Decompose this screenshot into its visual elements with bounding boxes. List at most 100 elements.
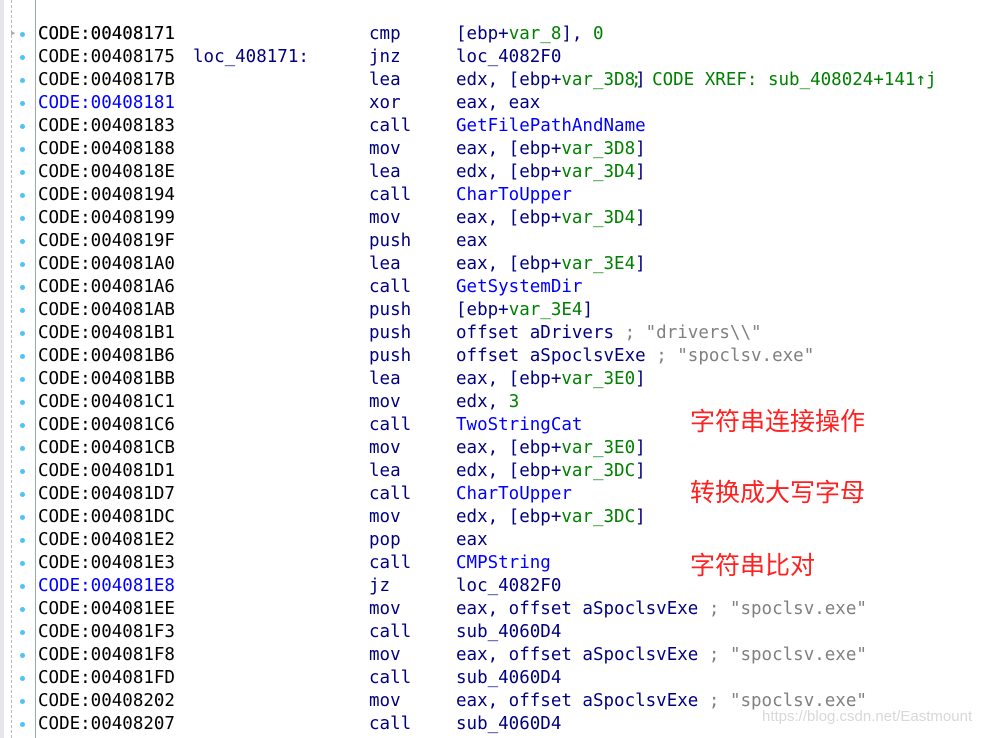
- variable[interactable]: var_8: [509, 24, 562, 44]
- operand-text: ]: [635, 461, 646, 481]
- address: CODE:00408188: [38, 139, 175, 159]
- operands[interactable]: edx, [ebp+var_3DC]: [456, 506, 646, 529]
- label-name[interactable]: loc_408171:: [193, 46, 309, 69]
- function-name[interactable]: TwoStringCat: [456, 415, 582, 435]
- operands[interactable]: edx, 3: [456, 391, 519, 414]
- operands[interactable]: edx, [ebp+var_3D8]: [456, 69, 646, 92]
- breakpoint-dot-icon[interactable]: [20, 124, 25, 129]
- breakpoint-dot-icon[interactable]: [20, 32, 25, 37]
- breakpoint-dot-icon[interactable]: [20, 469, 25, 474]
- annotation-compare: 字符串比对: [690, 551, 816, 580]
- operand-text: edx, [ebp+: [456, 461, 562, 481]
- operands[interactable]: eax, [ebp+var_3E4]: [456, 253, 646, 276]
- breakpoint-dot-icon[interactable]: [20, 78, 25, 83]
- mnemonic: call: [369, 185, 412, 205]
- operands[interactable]: GetSystemDir: [456, 276, 582, 299]
- breakpoint-dot-icon[interactable]: [20, 699, 25, 704]
- variable[interactable]: var_3E4: [561, 254, 635, 274]
- breakpoint-dot-icon[interactable]: [20, 446, 25, 451]
- operands[interactable]: GetFilePathAndName: [456, 115, 646, 138]
- operands[interactable]: CharToUpper: [456, 184, 572, 207]
- variable[interactable]: var_3E4: [509, 300, 583, 320]
- operands[interactable]: offset aSpoclsvExe ; "spoclsv.exe": [456, 345, 814, 368]
- address: CODE:00408171: [38, 24, 175, 44]
- operand-text: ]: [635, 162, 646, 182]
- address: CODE:004081A0: [38, 254, 175, 274]
- breakpoint-dot-icon[interactable]: [20, 331, 25, 336]
- breakpoint-dot-icon[interactable]: [20, 285, 25, 290]
- function-name[interactable]: CharToUpper: [456, 484, 572, 504]
- operands[interactable]: eax, [ebp+var_3E0]: [456, 437, 646, 460]
- breakpoint-dot-icon[interactable]: [20, 584, 25, 589]
- breakpoint-dot-icon[interactable]: [20, 193, 25, 198]
- variable[interactable]: var_3DC: [561, 507, 635, 527]
- variable[interactable]: var_3D4: [561, 208, 635, 228]
- breakpoint-dot-icon[interactable]: [20, 538, 25, 543]
- mnemonic: call: [369, 484, 412, 504]
- address: CODE:00408199: [38, 208, 175, 228]
- breakpoint-dot-icon[interactable]: [20, 676, 25, 681]
- breakpoint-dot-icon[interactable]: [20, 216, 25, 221]
- operands[interactable]: edx, [ebp+var_3DC]: [456, 460, 646, 483]
- operands[interactable]: TwoStringCat: [456, 414, 582, 437]
- breakpoint-dot-icon[interactable]: [20, 170, 25, 175]
- variable[interactable]: var_3D4: [561, 162, 635, 182]
- breakpoint-dot-icon[interactable]: [20, 400, 25, 405]
- function-name[interactable]: GetSystemDir: [456, 277, 582, 297]
- function-name[interactable]: GetFilePathAndName: [456, 116, 646, 136]
- function-name[interactable]: CharToUpper: [456, 185, 572, 205]
- breakpoint-dot-icon[interactable]: [20, 515, 25, 520]
- operands[interactable]: sub_4060D4: [456, 667, 561, 690]
- operands[interactable]: eax, eax: [456, 92, 540, 115]
- address: CODE:00408175: [38, 47, 175, 67]
- operands[interactable]: eax, [ebp+var_3D8]: [456, 138, 646, 161]
- operands[interactable]: eax, [ebp+var_3E0]: [456, 368, 646, 391]
- variable[interactable]: var_3D8: [561, 70, 635, 90]
- operands[interactable]: sub_4060D4: [456, 621, 561, 644]
- operands[interactable]: CMPString: [456, 552, 551, 575]
- breakpoint-dot-icon[interactable]: [20, 55, 25, 60]
- breakpoint-dot-icon[interactable]: [20, 262, 25, 267]
- operands[interactable]: loc_4082F0: [456, 46, 561, 69]
- operand-text: [ebp+: [456, 24, 509, 44]
- breakpoint-dot-icon[interactable]: [20, 308, 25, 313]
- operands[interactable]: [ebp+var_8], 0: [456, 23, 604, 46]
- breakpoint-dot-icon[interactable]: [20, 239, 25, 244]
- breakpoint-dot-icon[interactable]: [20, 101, 25, 106]
- breakpoint-dot-icon[interactable]: [20, 492, 25, 497]
- breakpoint-dot-icon[interactable]: [20, 722, 25, 727]
- breakpoint-dot-icon[interactable]: [20, 630, 25, 635]
- breakpoint-dot-icon[interactable]: [20, 354, 25, 359]
- mnemonic: mov: [369, 438, 401, 458]
- operands[interactable]: eax, offset aSpoclsvExe ; "spoclsv.exe": [456, 598, 867, 621]
- operands[interactable]: eax: [456, 230, 488, 253]
- variable[interactable]: var_3D8: [561, 139, 635, 159]
- operands[interactable]: offset aDrivers ; "drivers\\": [456, 322, 762, 345]
- breakpoint-dot-icon[interactable]: [20, 377, 25, 382]
- operands[interactable]: [ebp+var_3E4]: [456, 299, 593, 322]
- breakpoint-dot-icon[interactable]: [20, 607, 25, 612]
- operands[interactable]: edx, [ebp+var_3D4]: [456, 161, 646, 184]
- variable[interactable]: var_3E0: [561, 369, 635, 389]
- operands[interactable]: loc_4082F0: [456, 575, 561, 598]
- address: CODE:004081E2: [38, 530, 175, 550]
- breakpoint-dot-icon[interactable]: [20, 653, 25, 658]
- variable[interactable]: var_3DC: [561, 461, 635, 481]
- breakpoint-dot-icon[interactable]: [20, 147, 25, 152]
- operand-text: eax, [ebp+: [456, 438, 562, 458]
- address: CODE:004081EE: [38, 599, 175, 619]
- listing-row-label[interactable]: CODE:00408171 loc_408171: ; CODE XREF: s…: [38, 0, 937, 90]
- variable[interactable]: var_3E0: [561, 438, 635, 458]
- operands[interactable]: eax, offset aSpoclsvExe ; "spoclsv.exe": [456, 644, 867, 667]
- operands[interactable]: sub_4060D4: [456, 713, 561, 736]
- operands[interactable]: CharToUpper: [456, 483, 572, 506]
- breakpoint-dot-icon[interactable]: [20, 423, 25, 428]
- annotation-concat: 字符串连接操作: [690, 407, 866, 436]
- function-name[interactable]: CMPString: [456, 553, 551, 573]
- xref-comment[interactable]: ; CODE XREF: sub_408024+141↑j: [631, 69, 937, 92]
- operands[interactable]: eax, [ebp+var_3D4]: [456, 207, 646, 230]
- mnemonic: mov: [369, 392, 401, 412]
- operands[interactable]: eax: [456, 529, 488, 552]
- breakpoint-dot-icon[interactable]: [20, 561, 25, 566]
- address: CODE:0040817B: [38, 70, 175, 90]
